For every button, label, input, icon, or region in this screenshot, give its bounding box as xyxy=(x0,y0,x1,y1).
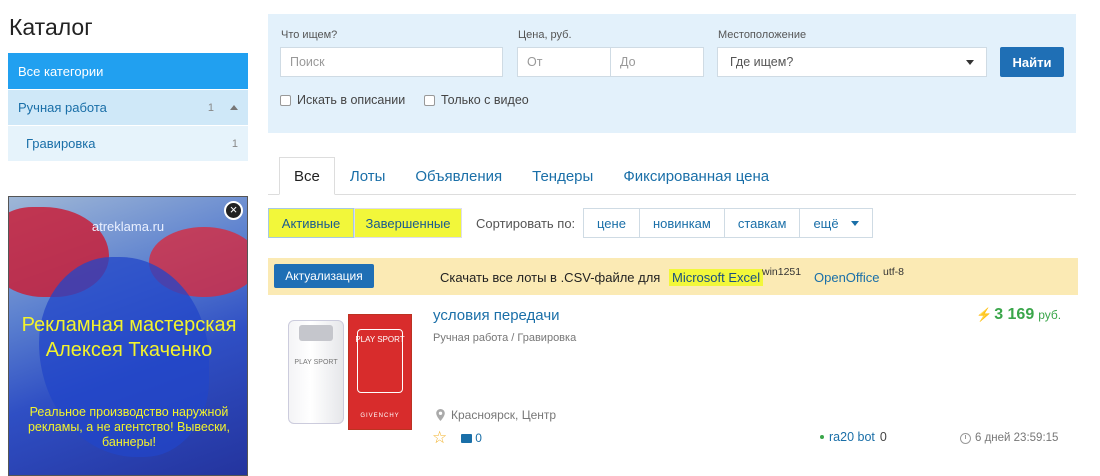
export-bar: Актуализация Скачать все лоты в .CSV-фай… xyxy=(268,258,1078,295)
sort-bids-button[interactable]: ставкам xyxy=(723,209,800,237)
ad-site: atreklama.ru xyxy=(91,219,165,234)
listing-title[interactable]: условия передачи xyxy=(433,307,560,324)
price-label: Цена, руб. xyxy=(518,29,572,41)
sort-bids-label: ставкам xyxy=(737,215,787,231)
ad-headline: Рекламная мастерская Алексея Ткаченко xyxy=(21,314,237,361)
location-label: Местоположение xyxy=(718,29,807,41)
filter-row: Активные Завершенные Сортировать по: цен… xyxy=(268,208,1078,238)
category-handmade-count: 1 xyxy=(207,101,214,114)
tab-ads[interactable]: Объявления xyxy=(400,157,517,195)
location-pin-icon xyxy=(436,409,445,421)
category-engraving[interactable]: Гравировка 1 xyxy=(8,125,248,161)
price-from-input[interactable]: От xyxy=(517,47,611,77)
close-icon[interactable]: × xyxy=(224,201,243,220)
sort-new-button[interactable]: новинкам xyxy=(638,209,724,237)
listing-location-text: Красноярск, Центр xyxy=(451,408,557,422)
category-all-label: Все категории xyxy=(18,63,104,79)
listing-seller[interactable]: ra20 bot 0 xyxy=(820,430,887,444)
listing-price-currency: руб. xyxy=(1038,308,1062,322)
export-text: Скачать все лоты в .CSV-файле для xyxy=(440,270,661,285)
ad-body: Реальное производство наружной рекламы, … xyxy=(27,405,231,449)
catalog-title: Каталог xyxy=(9,14,93,40)
tab-fixed-price[interactable]: Фиксированная цена xyxy=(608,157,784,195)
chevron-down-icon xyxy=(850,220,859,226)
category-handmade[interactable]: Ручная работа 1 xyxy=(8,89,248,125)
price-to-placeholder: До xyxy=(620,55,636,69)
online-dot-icon xyxy=(820,435,824,439)
excel-encoding: win1251 xyxy=(762,266,802,278)
search-panel: Что ищем? Поиск Цена, руб. От До Местопо… xyxy=(268,14,1076,133)
category-engraving-count: 1 xyxy=(231,137,238,150)
lightning-icon: ⚡ xyxy=(976,307,993,322)
box-brand: GIVENCHY xyxy=(360,413,400,419)
category-handmade-label: Ручная работа xyxy=(18,100,107,115)
bottle-label: PLAY SPORT xyxy=(294,359,338,366)
search-input[interactable]: Поиск xyxy=(280,47,503,77)
location-select[interactable]: Где ищем? xyxy=(717,47,987,77)
time-left-text: 6 дней 23:59:15 xyxy=(975,432,1059,444)
sort-price-button[interactable]: цене xyxy=(584,209,639,237)
tab-tenders[interactable]: Тендеры xyxy=(517,157,608,195)
sort-more-dropdown[interactable]: ещё xyxy=(799,209,871,237)
listing-image[interactable]: PLAY SPORT PLAY SPORT GIVENCHY xyxy=(286,314,414,430)
sort-label: Сортировать по: xyxy=(476,216,576,231)
price-from-placeholder: От xyxy=(527,55,543,69)
search-button[interactable]: Найти xyxy=(1000,47,1064,77)
perfume-box: PLAY SPORT GIVENCHY xyxy=(348,314,412,430)
tab-all[interactable]: Все xyxy=(279,157,335,195)
export-excel-link[interactable]: Microsoft Excel xyxy=(669,269,764,286)
search-description-checkbox[interactable]: Искать в описании xyxy=(280,93,405,107)
star-icon[interactable]: ☆ xyxy=(432,428,447,448)
listing-price: ⚡ 3 169 руб. xyxy=(976,306,1061,324)
listing-category[interactable]: Ручная работа / Гравировка xyxy=(433,332,576,344)
sort-group: цене новинкам ставкам ещё xyxy=(583,208,873,238)
sort-new-label: новинкам xyxy=(652,215,711,231)
sort-price-label: цене xyxy=(597,215,626,231)
box-label: PLAY SPORT xyxy=(355,335,405,344)
category-engraving-label: Гравировка xyxy=(26,136,96,151)
checkbox-icon xyxy=(280,94,291,106)
listing-location: Красноярск, Центр xyxy=(436,408,556,422)
listing-item: PLAY SPORT PLAY SPORT GIVENCHY условия п… xyxy=(268,300,1078,475)
video-only-label: Только с видео xyxy=(441,93,529,107)
collapse-caret-icon[interactable] xyxy=(230,105,238,110)
ad-banner[interactable]: atreklama.ru × Рекламная мастерская Алек… xyxy=(8,196,248,476)
listing-time-left: 6 дней 23:59:15 xyxy=(960,432,1058,444)
chevron-down-icon xyxy=(966,59,974,65)
bottle-cap xyxy=(299,325,333,341)
comment-count: 0 xyxy=(475,431,482,445)
query-label: Что ищем? xyxy=(281,29,338,41)
comment-icon[interactable] xyxy=(461,433,473,443)
listing-tabs: Все Лоты Объявления Тендеры Фиксированна… xyxy=(268,157,1076,195)
search-description-label: Искать в описании xyxy=(297,93,406,107)
sort-more-label: ещё xyxy=(813,215,839,231)
filter-finished-button[interactable]: Завершенные xyxy=(354,208,462,238)
filter-active-button[interactable]: Активные xyxy=(268,208,354,238)
search-input-placeholder: Поиск xyxy=(290,55,325,69)
checkbox-icon xyxy=(424,94,435,106)
perfume-bottle: PLAY SPORT xyxy=(288,320,344,424)
clock-icon xyxy=(960,432,971,444)
category-list: Все категории Ручная работа 1 Гравировка… xyxy=(8,53,248,161)
location-value: Где ищем? xyxy=(730,55,794,69)
refresh-button[interactable]: Актуализация xyxy=(274,264,374,288)
listing-actions: ☆ 0 xyxy=(432,428,482,448)
export-openoffice-link[interactable]: OpenOffice xyxy=(814,270,880,285)
tab-lots[interactable]: Лоты xyxy=(335,157,401,195)
openoffice-encoding: utf-8 xyxy=(883,266,905,278)
price-to-input[interactable]: До xyxy=(610,47,704,77)
listing-price-value: 3 169 xyxy=(994,306,1035,323)
seller-name: ra20 bot xyxy=(829,430,875,444)
seller-rating: 0 xyxy=(879,430,887,444)
video-only-checkbox[interactable]: Только с видео xyxy=(424,93,529,107)
category-all[interactable]: Все категории xyxy=(8,53,248,89)
